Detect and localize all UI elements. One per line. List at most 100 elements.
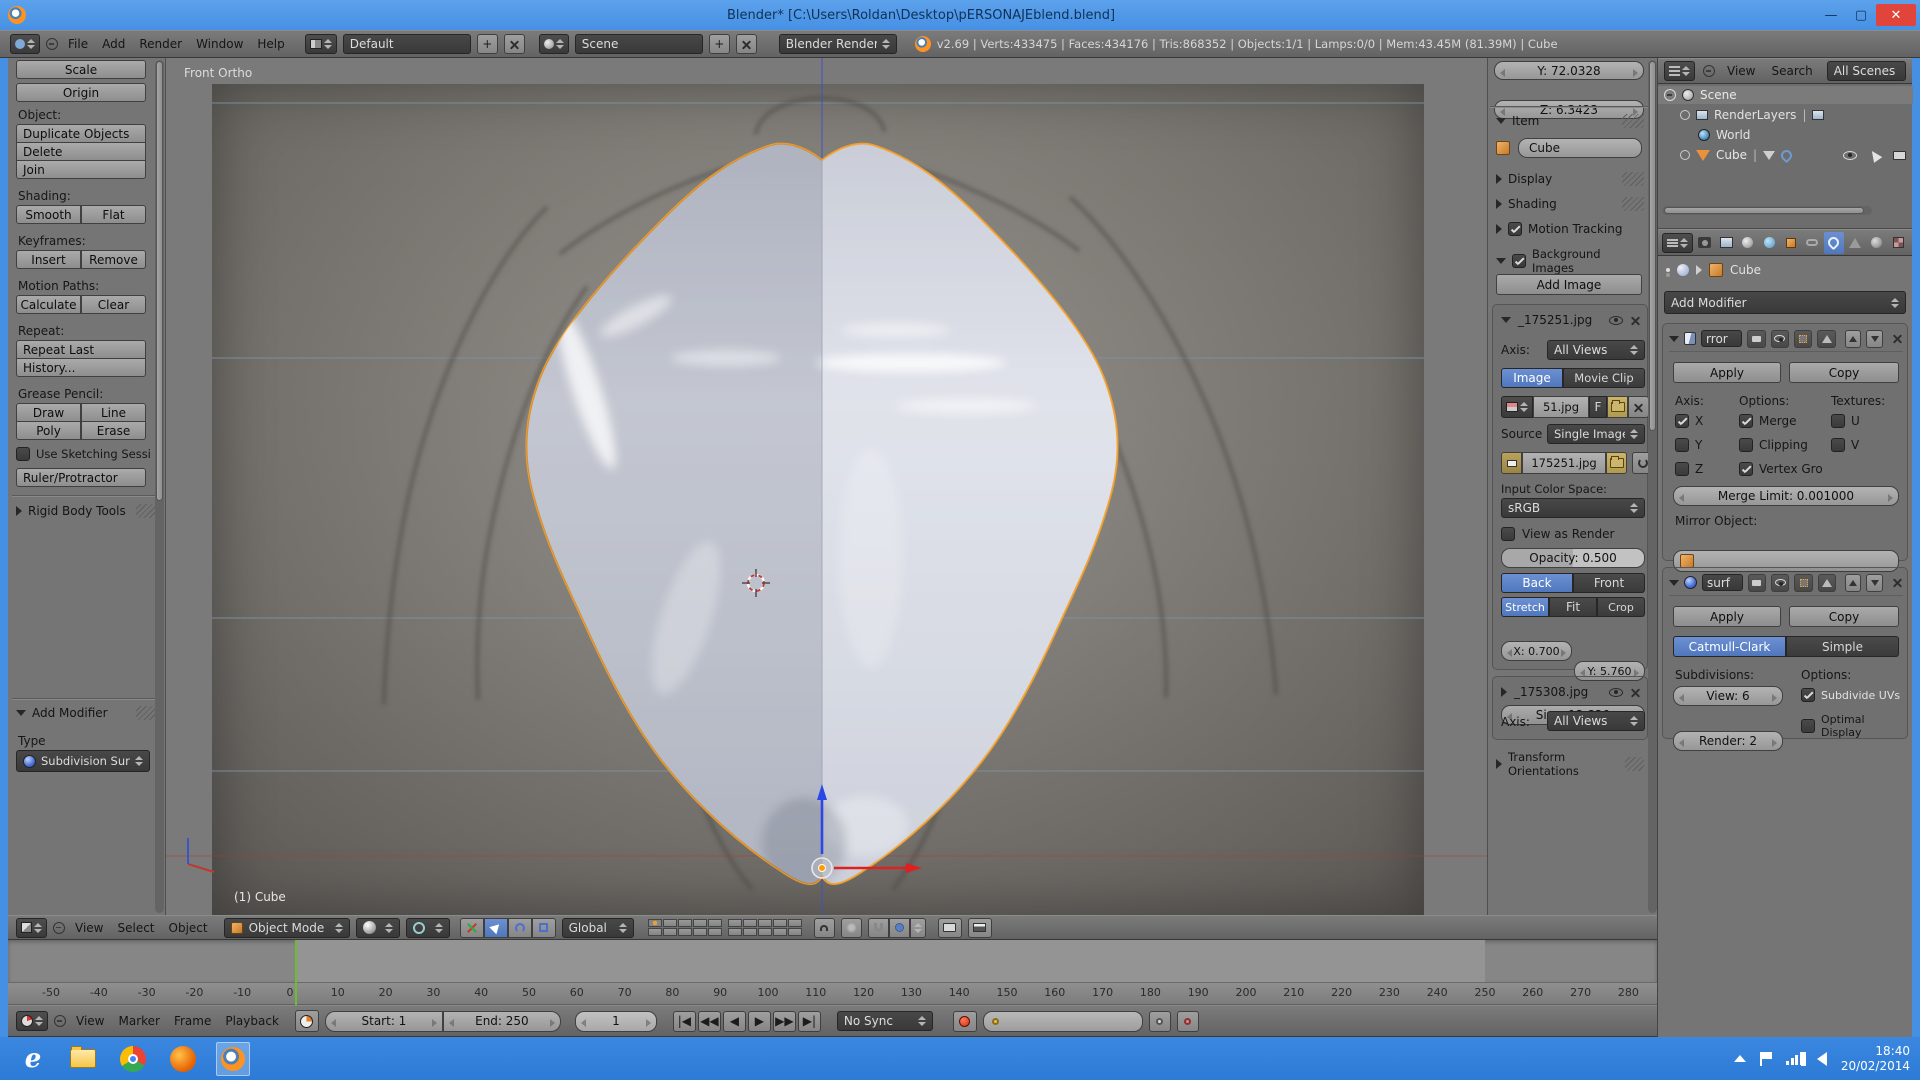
manipulator-axis-icon[interactable] [460,918,484,938]
delete-keyframe-button[interactable] [1177,1011,1199,1032]
tab-render[interactable] [1695,232,1715,254]
layer-cell[interactable] [758,928,772,936]
layer-cell[interactable] [693,928,707,936]
view-subdivisions-slider[interactable]: View: 6 [1673,686,1783,706]
layer-cell[interactable] [648,928,662,936]
mirror-apply-button[interactable]: Apply [1673,362,1781,383]
mirror-clipping-row[interactable]: Clipping [1739,438,1808,452]
layer-cell[interactable] [663,928,677,936]
play-reverse-button[interactable]: ◀ [723,1011,746,1032]
delete-layout-button[interactable] [504,34,525,54]
clear-paths-button[interactable]: Clear [81,295,146,314]
modifier-type-select[interactable]: Subdivision Surface [16,750,150,772]
titlebar[interactable]: Blender* [C:\Users\Roldan\Desktop\pERSON… [0,0,1920,30]
background-images-checkbox[interactable] [1512,254,1526,268]
texture-v-checkbox[interactable] [1831,438,1845,452]
firefox-icon[interactable] [166,1042,200,1076]
mirror-x-checkbox[interactable] [1675,414,1689,428]
add-modifier-select[interactable]: Add Modifier [1664,291,1906,314]
tab-world[interactable] [1760,232,1780,254]
play-button[interactable]: ▶ [748,1011,771,1032]
outliner-scope-select[interactable]: All Scenes [1827,61,1906,81]
end-frame-field[interactable]: End: 250 [443,1011,561,1032]
blender-taskbar-icon[interactable] [216,1042,250,1076]
layer-cell[interactable] [788,919,802,927]
menu-render[interactable]: Render [135,37,186,51]
render-subdivisions-slider[interactable]: Render: 2 [1673,731,1783,751]
outliner-hscrollbar-thumb[interactable] [1664,207,1864,214]
sync-mode-select[interactable]: No Sync [837,1011,933,1031]
expand-plus-icon[interactable] [1680,110,1690,120]
menu-help[interactable]: Help [253,37,288,51]
hidden-icons-chevron[interactable] [1734,1055,1746,1062]
axis-select[interactable]: All Views [1547,340,1645,360]
selectable-cursor-icon[interactable] [1868,148,1883,163]
remove-keyframe-button[interactable]: Remove [81,250,146,269]
shade-smooth-button[interactable]: Smooth [16,205,81,224]
browse-file-button[interactable] [1606,452,1627,474]
scene-icon[interactable] [539,34,569,54]
scene-field[interactable]: Scene [575,34,703,54]
unlink-image-button[interactable] [1628,396,1649,418]
menu-add[interactable]: Add [98,37,129,51]
clipping-checkbox[interactable] [1739,438,1753,452]
subsurf-name-field[interactable]: surf [1702,574,1743,591]
source-select[interactable]: Single Image [1547,424,1645,444]
taskbar-clock[interactable]: 18:40 20/02/2014 [1841,1044,1910,1074]
layers-grid-1[interactable] [648,919,722,936]
layer-cell[interactable] [678,928,692,936]
optimal-display-checkbox[interactable] [1801,719,1815,733]
layer-cell[interactable] [708,919,722,927]
layer-cell[interactable] [773,919,787,927]
minimize-button[interactable]: — [1816,4,1846,26]
object-name-field[interactable]: Cube [1518,138,1642,158]
chrome-icon[interactable] [116,1042,150,1076]
snap-element-icon[interactable] [889,918,910,938]
layer-cell[interactable] [728,919,742,927]
bg-image-2-header[interactable]: _175308.jpg [1501,685,1641,699]
front-toggle[interactable]: Front [1573,573,1645,593]
close-button[interactable]: ✕ [1876,4,1916,26]
vertex-groups-checkbox[interactable] [1739,462,1753,476]
merge-checkbox[interactable] [1739,414,1753,428]
collapse-menus-icon[interactable] [54,1015,66,1027]
viewport-3d[interactable]: Front Ortho (1) Cube [166,58,1487,915]
viewport-canvas[interactable] [166,58,1487,915]
outliner-row-cube[interactable]: Cube | [1680,146,1910,164]
subsurf-apply-button[interactable]: Apply [1673,606,1781,627]
current-frame-line[interactable] [295,940,297,1005]
stretch-toggle[interactable]: Stretch [1501,597,1549,617]
scale-button[interactable]: Scale [16,60,146,79]
mirror-z-row[interactable]: Z [1675,462,1703,476]
catmull-clark-toggle[interactable]: Catmull-Clark [1673,636,1786,657]
editor-type-button[interactable] [1664,61,1695,81]
ruler-protractor-button[interactable]: Ruler/Protractor [16,468,146,487]
shading-panel-header[interactable]: Shading [1496,197,1644,211]
viewport-visibility-toggle[interactable] [1771,330,1789,348]
outliner-hscrollbar-track[interactable] [1662,206,1872,215]
delete-button[interactable]: Delete [16,142,146,161]
mirror-y-row[interactable]: Y [1675,438,1702,452]
bg-image-1-header[interactable]: _175251.jpg [1501,313,1641,327]
optimal-display-row[interactable]: Optimal Display [1801,713,1907,739]
cage-toggle[interactable] [1817,330,1835,348]
file-explorer-icon[interactable] [66,1042,100,1076]
add-modifier-panel-header[interactable]: Add Modifier [16,706,158,720]
cage-toggle[interactable] [1818,574,1836,592]
mirror-copy-button[interactable]: Copy [1789,362,1899,383]
file-name-field[interactable]: 175251.jpg [1522,452,1606,474]
display-panel-header[interactable]: Display [1496,172,1644,186]
screen-layout-field[interactable]: Default [343,34,471,54]
collapse-menus-icon[interactable] [46,38,58,50]
menu-file[interactable]: File [64,37,92,51]
movie-clip-tab[interactable]: Movie Clip [1563,368,1645,388]
transform-orientations-header[interactable]: Transform Orientations [1496,750,1644,778]
delete-modifier-icon[interactable] [1892,333,1903,344]
outliner-view-menu[interactable]: View [1723,64,1759,78]
layer-cell[interactable] [693,919,707,927]
panel-grip-icon[interactable] [1625,757,1644,771]
join-button[interactable]: Join [16,160,146,179]
subsurf-copy-button[interactable]: Copy [1789,606,1899,627]
tab-object[interactable] [1781,232,1801,254]
lock-to-scene-icon[interactable] [814,918,835,938]
